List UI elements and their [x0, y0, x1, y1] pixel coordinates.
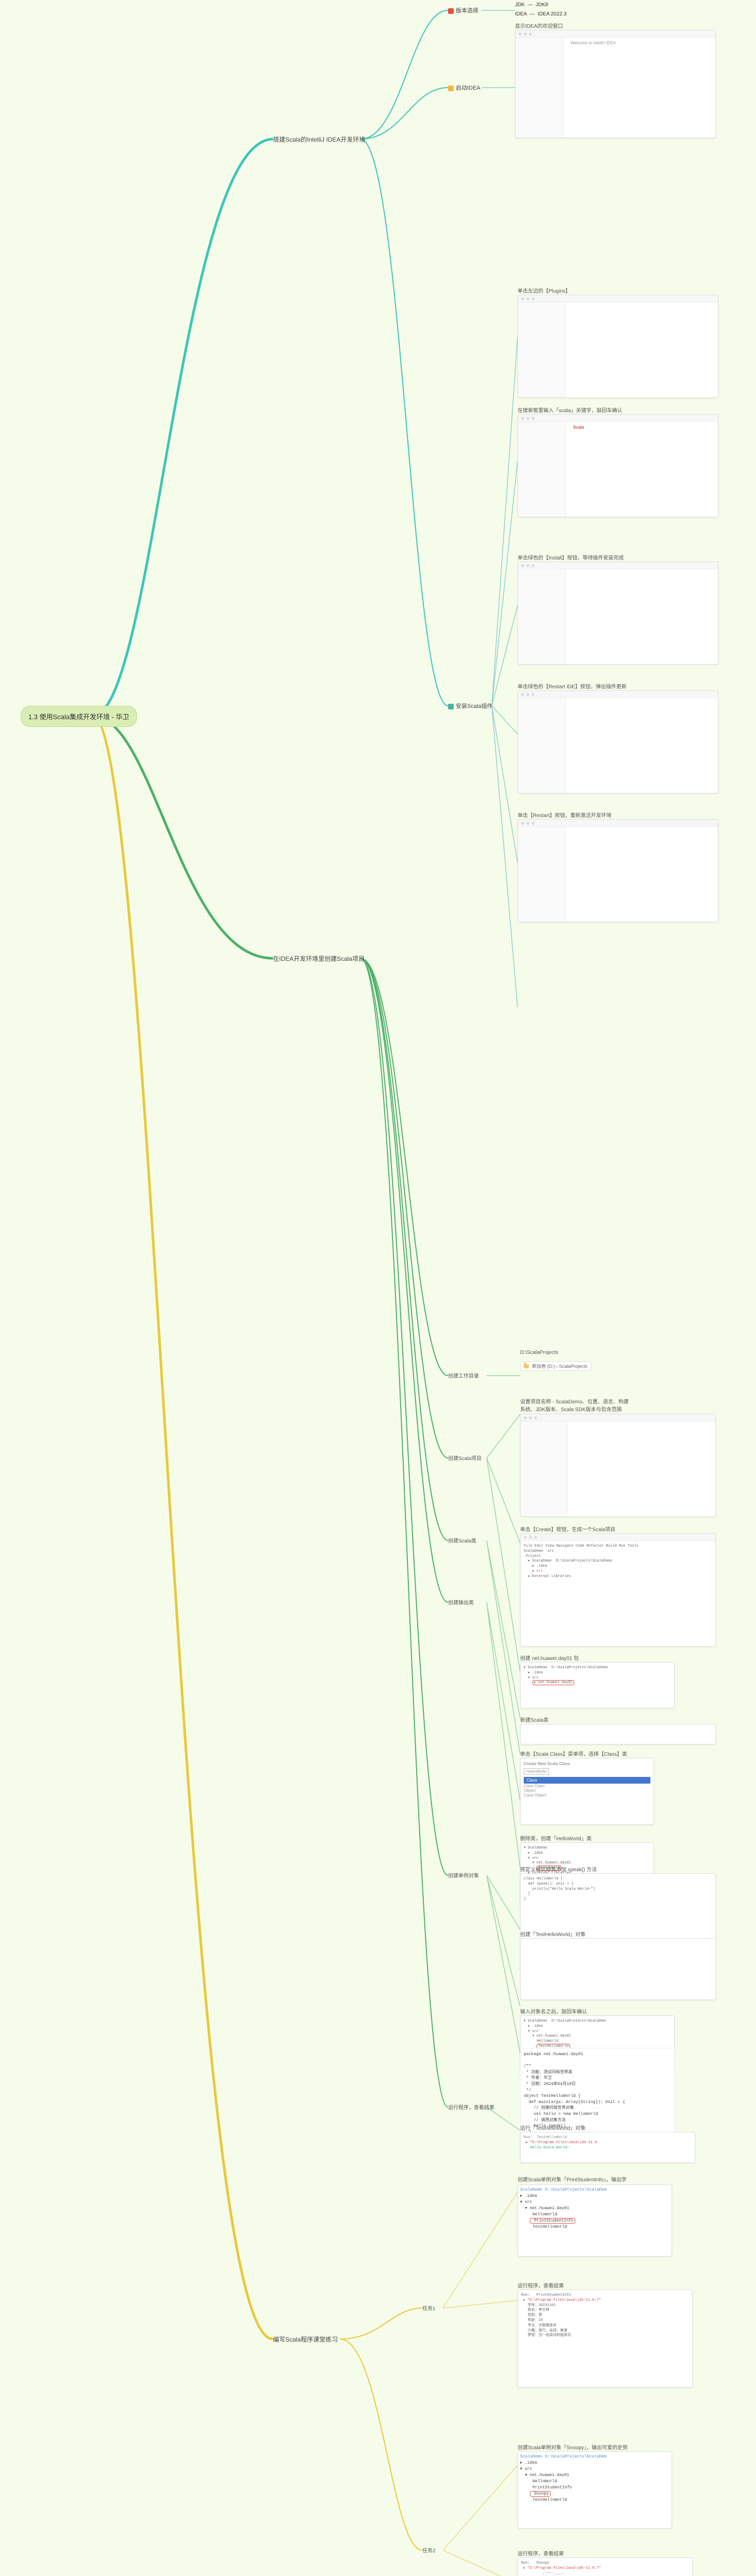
cap-task1-run: 运行程序，查看结果 [518, 2281, 564, 2289]
root-title: 1.3 使用Scala集成开发环境 - 华卫 [28, 713, 129, 721]
screenshot-plugins [518, 295, 718, 398]
kind-caseclass[interactable]: Case Class [524, 1784, 650, 1788]
screenshot-new-class-menu [520, 1724, 716, 1744]
cap-task2-run: 运行程序，查看结果 [518, 2549, 564, 2557]
num-icon-3 [448, 704, 454, 709]
cap-create-pkg: 创建 net.huawei.day01 包 [520, 1654, 579, 1662]
root-node[interactable]: 1.3 使用Scala集成开发环境 - 华卫 [21, 706, 137, 727]
screenshot-restart-ide [518, 690, 718, 793]
kind-class[interactable]: Class [524, 1777, 650, 1784]
classname-input[interactable]: HelloWorld [524, 1768, 549, 1775]
node-version[interactable]: 版本选择 [448, 6, 478, 14]
leaf-jdk: JDK — JDK8 [515, 2, 548, 8]
cap-welcome: 显示IDEA的欢迎窗口 [515, 22, 563, 29]
address-bar: 新加卷 (D:) › ScalaProjects [520, 1361, 591, 1371]
screenshot-search-scala: Scala [518, 414, 718, 517]
screenshot-run-output: Run: TestHelloWorld ▸ "D:\Program Files\… [520, 2132, 695, 2163]
cap-restart: 单击【Restart】按钮，重新激活开发环境 [518, 811, 611, 819]
kind-caseobject[interactable]: Case Object [524, 1793, 650, 1798]
branch-build-env[interactable]: 搭建Scala的IntelliJ IDEA开发环境 [273, 135, 365, 144]
cap-new-class: 新建Scala类 [520, 1716, 548, 1723]
node-create-class-parent[interactable]: 创建Scala类 [448, 1536, 476, 1544]
screenshot-new-project [520, 1414, 716, 1517]
node-task1[interactable]: 任务1 [422, 2304, 436, 2312]
node-workdir[interactable]: 创建工作目录 [448, 1371, 479, 1379]
addr-text: 新加卷 (D:) › ScalaProjects [532, 1363, 588, 1369]
screenshot-task1-tree: ScalaDemo D:\ScalaProjects\ScalaDem▸ .id… [518, 2184, 672, 2257]
kind-object[interactable]: Object [524, 1788, 650, 1793]
leaf-idea: IDEA — IDEA 2022.3 [515, 11, 566, 17]
node-task2[interactable]: 任务2 [422, 2546, 436, 2554]
node-start-idea-label: 启动IDEA [456, 85, 480, 91]
screenshot-create-object [520, 1938, 716, 2000]
node-start-idea[interactable]: 启动IDEA [448, 83, 480, 92]
screenshot-create-class-dialog: Create New Scala ClassHelloWorldClassCas… [520, 1758, 654, 1825]
cap-add-speak: 按定义格式给类添加 speak() 方法 [520, 1865, 597, 1873]
screenshot-package: ▾ ScalaDemo D:\ScalaProjects\ScalaDemo ▸… [520, 1662, 675, 1708]
cap-install: 单击绿色的【Install】按钮，等待插件安装完成 [518, 553, 624, 561]
folder-icon [524, 1364, 529, 1368]
node-singleton[interactable]: 创建单例对象 [448, 1871, 479, 1879]
cap-create-btn: 单击【Create】按钮，生成一个Scala项目 [520, 1525, 615, 1533]
cap-obj-name: 输入对象名之后，敲回车确认 [520, 2007, 587, 2015]
num-icon-2 [448, 86, 454, 91]
node-output-class[interactable]: 创建输出类 [448, 1598, 474, 1606]
screenshot-created-project: File Edit View Navigate Code Refactor Bu… [520, 1533, 716, 1647]
node-version-label: 版本选择 [456, 8, 478, 14]
cap-del-create: 删除类，创建「HelloWorld」类 [520, 1834, 592, 1842]
cap-plugins: 单击左边的【Plugins】 [518, 286, 571, 294]
screenshot-restart [518, 819, 718, 922]
cap-proj-settings: 设置项目名称 - ScalaDemo、位置、语言、构建系统、JDK版本、Scal… [520, 1397, 633, 1413]
cap-run-obj: 运行「TestHelloWorld」对象 [520, 2124, 586, 2131]
node-create-proj[interactable]: 创建Scala项目 [448, 1454, 482, 1462]
num-icon-1 [448, 8, 454, 14]
branch-practice[interactable]: 编写Scala程序课堂练习 [273, 2335, 338, 2344]
screenshot-install [518, 562, 718, 665]
screenshot-task1-output: Run: PrintStudentInfo ▸ "D:\Program File… [518, 2290, 693, 2387]
node-install-plugin-label: 安装Scala插件 [456, 703, 493, 709]
cap-path: D:\ScalaProjects [520, 1350, 558, 1355]
dlg-title: Create New Scala Class [524, 1761, 570, 1766]
screenshot-task2-output: Run: Snoopy ▸ "D:\Program Files\Java\jdk… [518, 2557, 693, 2576]
cap-create-obj: 创建「TestHelloWorld」对象 [520, 1930, 586, 1938]
cap-search-scala: 在搜索框里输入「scala」关键字，敲回车确认 [518, 406, 622, 414]
branch-create-project[interactable]: 在IDEA开发环境里创建Scala项目 [273, 954, 365, 963]
node-install-plugin[interactable]: 安装Scala插件 [448, 702, 493, 710]
node-run-result[interactable]: 运行程序，查看结果 [448, 2103, 494, 2111]
screenshot-task2-tree: ScalaDemo D:\ScalaProjects\ScalaDem▸ .id… [518, 2451, 672, 2529]
screenshot-idea-welcome: Welcome to IntelliJ IDEA [515, 30, 716, 138]
